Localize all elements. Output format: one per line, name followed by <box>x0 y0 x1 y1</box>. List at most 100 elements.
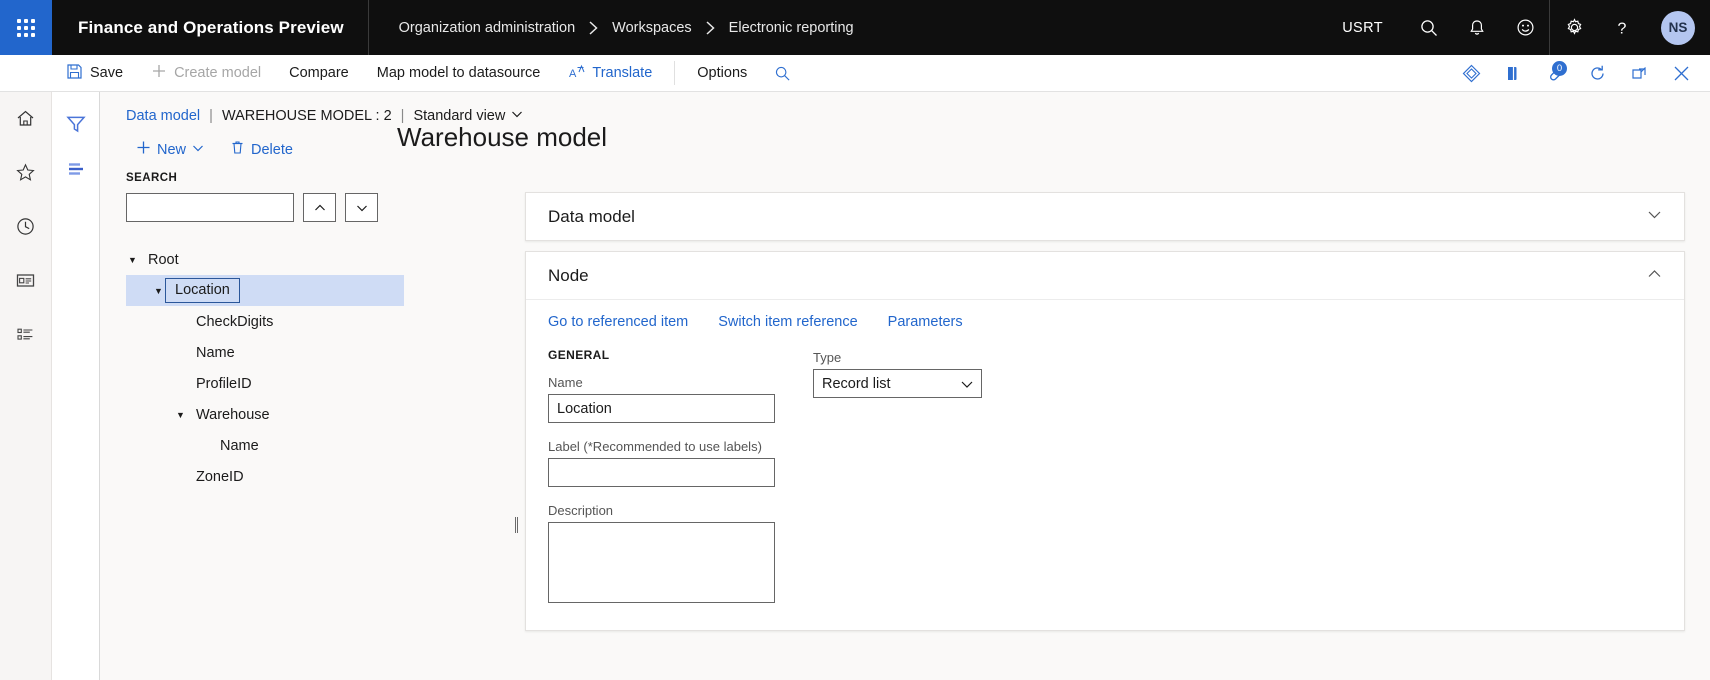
tree-node-label: ProfileID <box>196 375 252 392</box>
compare-label: Compare <box>289 65 349 81</box>
translate-button[interactable]: A Translate <box>554 55 666 92</box>
compare-button[interactable]: Compare <box>275 55 363 92</box>
name-field-group: Name <box>548 375 826 423</box>
svg-text:?: ? <box>1618 20 1627 37</box>
expand-caret-icon[interactable]: ▼ <box>174 410 187 420</box>
tree-panel: SEARCH ▼ Root ▼ Location CheckDigits Nam… <box>126 172 404 680</box>
refresh-icon[interactable] <box>1576 55 1618 92</box>
search-row <box>126 193 404 222</box>
tree-node-warehouse[interactable]: ▼ Warehouse <box>126 399 404 430</box>
chevron-up-icon[interactable] <box>1647 266 1662 286</box>
tree-node-name[interactable]: Name <box>126 337 404 368</box>
modules-list-icon[interactable] <box>0 312 52 356</box>
save-button[interactable]: Save <box>52 55 137 92</box>
close-icon[interactable] <box>1660 55 1702 92</box>
data-model-card-header[interactable]: Data model <box>526 193 1684 240</box>
chevron-down-icon <box>192 142 204 158</box>
map-model-to-datasource-button[interactable]: Map model to datasource <box>363 55 555 92</box>
type-select[interactable]: Record list <box>813 369 982 398</box>
action-pane-toolbar: Save Create model Compare Map model to d… <box>0 55 1710 92</box>
tree-node-root[interactable]: ▼ Root <box>126 244 404 275</box>
expand-caret-icon[interactable]: ▼ <box>152 286 165 296</box>
chevron-down-icon[interactable] <box>1647 207 1662 227</box>
data-model-tree: ▼ Root ▼ Location CheckDigits Name Profi… <box>126 244 404 492</box>
attachments-icon[interactable]: 0 <box>1534 55 1576 92</box>
breadcrumb-item-1[interactable]: Workspaces <box>612 20 692 36</box>
favorites-star-icon[interactable] <box>0 150 52 194</box>
node-card: Node Go to referenced item Switch item r… <box>525 251 1685 631</box>
tree-node-zoneid[interactable]: ZoneID <box>126 461 404 492</box>
application-window: Finance and Operations Preview Organizat… <box>0 0 1710 680</box>
node-form-right-column: Type Record list <box>813 348 1113 608</box>
label-input[interactable] <box>548 458 775 487</box>
options-button[interactable]: Options <box>683 55 761 92</box>
filter-funnel-icon[interactable] <box>53 101 100 146</box>
create-model-button[interactable]: Create model <box>137 55 275 92</box>
search-label: SEARCH <box>126 172 178 184</box>
tree-node-profileid[interactable]: ProfileID <box>126 368 404 399</box>
office-app-icon[interactable] <box>1492 55 1534 92</box>
name-input[interactable] <box>548 394 775 423</box>
toolbar-right-icons: 0 <box>1450 55 1710 92</box>
plus-icon <box>136 140 151 159</box>
name-field-label: Name <box>548 375 583 390</box>
workspaces-icon[interactable] <box>0 258 52 302</box>
parameters-link[interactable]: Parameters <box>888 314 963 330</box>
node-card-title: Node <box>548 265 589 285</box>
tree-node-location[interactable]: ▼ Location <box>126 275 404 306</box>
breadcrumb-item-2[interactable]: Electronic reporting <box>729 20 854 36</box>
detail-cards: Data model Node Go to referenced item Sw… <box>525 192 1685 631</box>
save-disk-icon <box>66 63 83 84</box>
open-in-new-window-icon[interactable] <box>1618 55 1660 92</box>
search-previous-button[interactable] <box>303 193 336 222</box>
type-field-label: Type <box>813 350 842 365</box>
expand-caret-icon[interactable]: ▼ <box>126 255 139 265</box>
tree-node-label: Name <box>196 344 235 361</box>
new-button[interactable]: New <box>126 136 214 163</box>
secondary-rail <box>53 92 100 680</box>
search-input[interactable] <box>126 193 294 222</box>
chevron-right-icon <box>588 20 599 36</box>
toolbar-rail-spacer <box>0 55 52 92</box>
help-question-icon[interactable]: ? <box>1598 0 1646 55</box>
description-field-group: Description <box>548 503 826 608</box>
notifications-bell-icon[interactable] <box>1453 0 1501 55</box>
new-label: New <box>157 141 187 158</box>
go-to-referenced-item-link[interactable]: Go to referenced item <box>548 314 688 330</box>
left-navigation-rail <box>0 92 52 680</box>
company-indicator[interactable]: USRT <box>1320 20 1405 36</box>
feedback-smiley-icon[interactable] <box>1501 0 1549 55</box>
tree-node-warehouse-name[interactable]: Name <box>126 430 404 461</box>
general-group-title: GENERAL <box>548 348 610 362</box>
toolbar-search-icon[interactable] <box>761 55 803 92</box>
topbar-right-actions: USRT ? NS <box>1320 0 1710 55</box>
description-textarea[interactable] <box>548 522 775 603</box>
delete-label: Delete <box>251 141 293 158</box>
tree-node-checkdigits[interactable]: CheckDigits <box>126 306 404 337</box>
list-lines-icon[interactable] <box>53 146 100 191</box>
options-label: Options <box>697 65 748 81</box>
panel-splitter[interactable] <box>515 517 520 533</box>
user-account-button[interactable]: NS <box>1646 0 1710 55</box>
recent-clock-icon[interactable] <box>0 204 52 248</box>
tree-node-label: Name <box>220 437 259 454</box>
view-line-separator-1: | <box>209 108 213 124</box>
tree-node-label: Warehouse <box>196 406 270 423</box>
app-launcher-button[interactable] <box>0 0 52 55</box>
label-field-label: Label (*Recommended to use labels) <box>548 439 762 454</box>
data-model-card-title: Data model <box>548 206 635 226</box>
home-icon[interactable] <box>0 96 52 140</box>
top-navigation-bar: Finance and Operations Preview Organizat… <box>0 0 1710 55</box>
search-icon[interactable] <box>1405 0 1453 55</box>
node-card-header[interactable]: Node <box>526 252 1684 299</box>
tree-node-label: CheckDigits <box>196 313 274 330</box>
breadcrumb-item-0[interactable]: Organization administration <box>399 20 576 36</box>
delete-button[interactable]: Delete <box>220 136 303 163</box>
settings-gear-icon[interactable] <box>1550 0 1598 55</box>
data-model-link[interactable]: Data model <box>126 108 200 124</box>
search-next-button[interactable] <box>345 193 378 222</box>
attachment-count-badge: 0 <box>1552 60 1567 76</box>
tree-node-label: Location <box>165 278 240 303</box>
diamond-attachments-icon[interactable] <box>1450 55 1492 92</box>
switch-item-reference-link[interactable]: Switch item reference <box>718 314 857 330</box>
